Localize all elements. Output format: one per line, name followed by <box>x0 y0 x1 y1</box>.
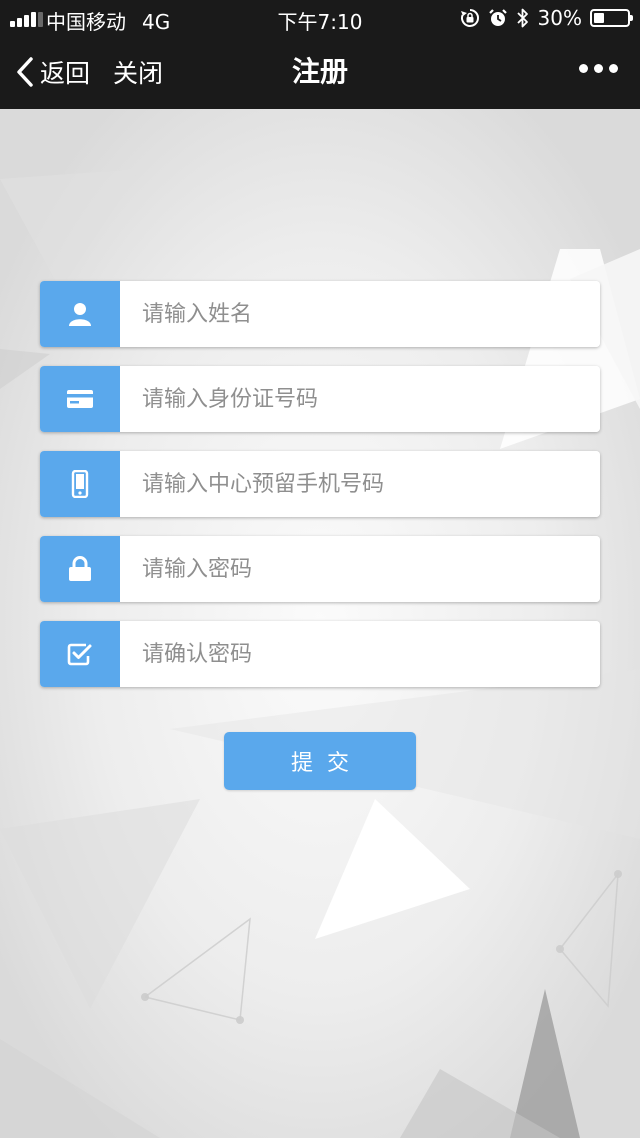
page-title: 注册 <box>291 55 348 88</box>
rotation-lock-icon <box>460 9 479 27</box>
bluetooth-icon <box>516 8 528 28</box>
alarm-icon <box>488 9 507 26</box>
id-number-input[interactable] <box>120 366 600 432</box>
id-number-field <box>40 366 600 432</box>
phone-input[interactable] <box>120 451 600 517</box>
nav-bar: 返回 关闭 注册 <box>0 36 640 109</box>
more-icon[interactable] <box>579 64 618 73</box>
lock-icon <box>40 536 120 602</box>
submit-button[interactable]: 提交 <box>224 732 416 790</box>
back-label: 返回 <box>40 59 91 88</box>
battery-level <box>594 13 604 23</box>
status-icons: 30% <box>460 5 633 31</box>
signal-icon <box>10 9 43 27</box>
battery-percent: 30% <box>537 6 582 30</box>
close-button[interactable]: 关闭 <box>113 52 163 92</box>
user-icon <box>40 281 120 347</box>
chevron-left-icon <box>17 57 33 87</box>
confirm-password-input[interactable] <box>120 621 600 687</box>
checkbox-icon <box>40 621 120 687</box>
phone-field <box>40 451 600 517</box>
card-icon <box>40 366 120 432</box>
network-type: 4G <box>142 10 171 34</box>
back-button[interactable]: 返回 <box>16 52 90 92</box>
carrier-name: 中国移动 <box>46 10 126 34</box>
phone-icon <box>40 451 120 517</box>
battery-icon <box>590 9 633 27</box>
close-label: 关闭 <box>113 59 164 88</box>
registration-form <box>40 281 600 706</box>
name-field <box>40 281 600 347</box>
status-bar: 中国移动 4G 下午7:10 30% <box>0 0 640 36</box>
password-input[interactable] <box>120 536 600 602</box>
carrier-info: 中国移动 4G <box>46 6 170 35</box>
confirm-password-field <box>40 621 600 687</box>
password-field <box>40 536 600 602</box>
name-input[interactable] <box>120 281 600 347</box>
